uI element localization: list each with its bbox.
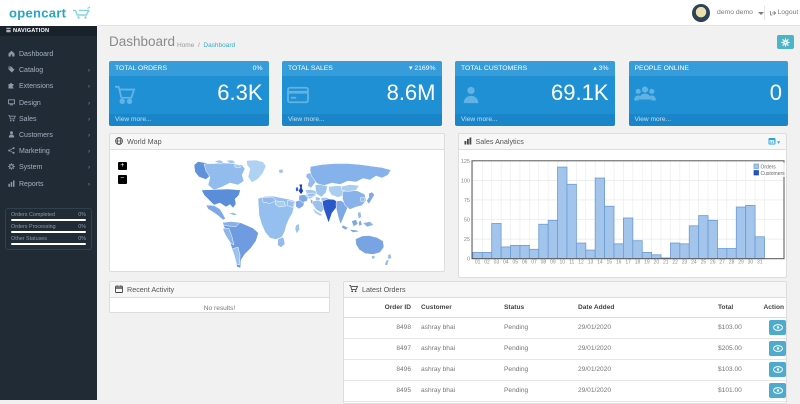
- svg-text:11: 11: [569, 259, 574, 265]
- svg-text:17: 17: [625, 259, 631, 265]
- svg-text:12: 12: [578, 259, 584, 265]
- svg-text:31: 31: [757, 259, 763, 265]
- svg-text:25: 25: [700, 259, 706, 265]
- svg-text:28: 28: [728, 259, 734, 265]
- svg-text:08: 08: [540, 259, 546, 265]
- svg-text:10: 10: [559, 259, 565, 265]
- svg-text:07: 07: [531, 259, 537, 265]
- svg-text:13: 13: [587, 259, 593, 265]
- svg-text:125: 125: [460, 158, 469, 164]
- svg-text:100: 100: [460, 178, 469, 184]
- svg-text:18: 18: [634, 259, 640, 265]
- svg-text:27: 27: [719, 259, 725, 265]
- svg-text:06: 06: [521, 259, 527, 265]
- svg-text:26: 26: [709, 259, 715, 265]
- svg-text:09: 09: [550, 259, 556, 265]
- svg-text:30: 30: [747, 259, 753, 265]
- svg-text:03: 03: [493, 259, 499, 265]
- svg-text:25: 25: [463, 237, 469, 243]
- svg-text:29: 29: [738, 259, 744, 265]
- svg-text:22: 22: [672, 259, 678, 265]
- svg-text:Customers: Customers: [760, 170, 785, 176]
- svg-text:0: 0: [466, 256, 469, 262]
- svg-text:02: 02: [484, 259, 490, 265]
- svg-text:24: 24: [691, 259, 697, 265]
- svg-text:Orders: Orders: [760, 164, 776, 170]
- svg-text:16: 16: [615, 259, 621, 265]
- svg-text:15: 15: [606, 259, 612, 265]
- svg-text:50: 50: [463, 217, 469, 223]
- svg-text:01: 01: [474, 259, 480, 265]
- svg-text:23: 23: [681, 259, 687, 265]
- svg-text:05: 05: [512, 259, 518, 265]
- svg-text:75: 75: [463, 197, 469, 203]
- svg-text:19: 19: [644, 259, 650, 265]
- svg-text:14: 14: [597, 259, 603, 265]
- svg-text:04: 04: [503, 259, 509, 265]
- svg-text:20: 20: [653, 259, 659, 265]
- svg-text:opencart: opencart: [9, 6, 67, 21]
- svg-text:21: 21: [662, 259, 668, 265]
